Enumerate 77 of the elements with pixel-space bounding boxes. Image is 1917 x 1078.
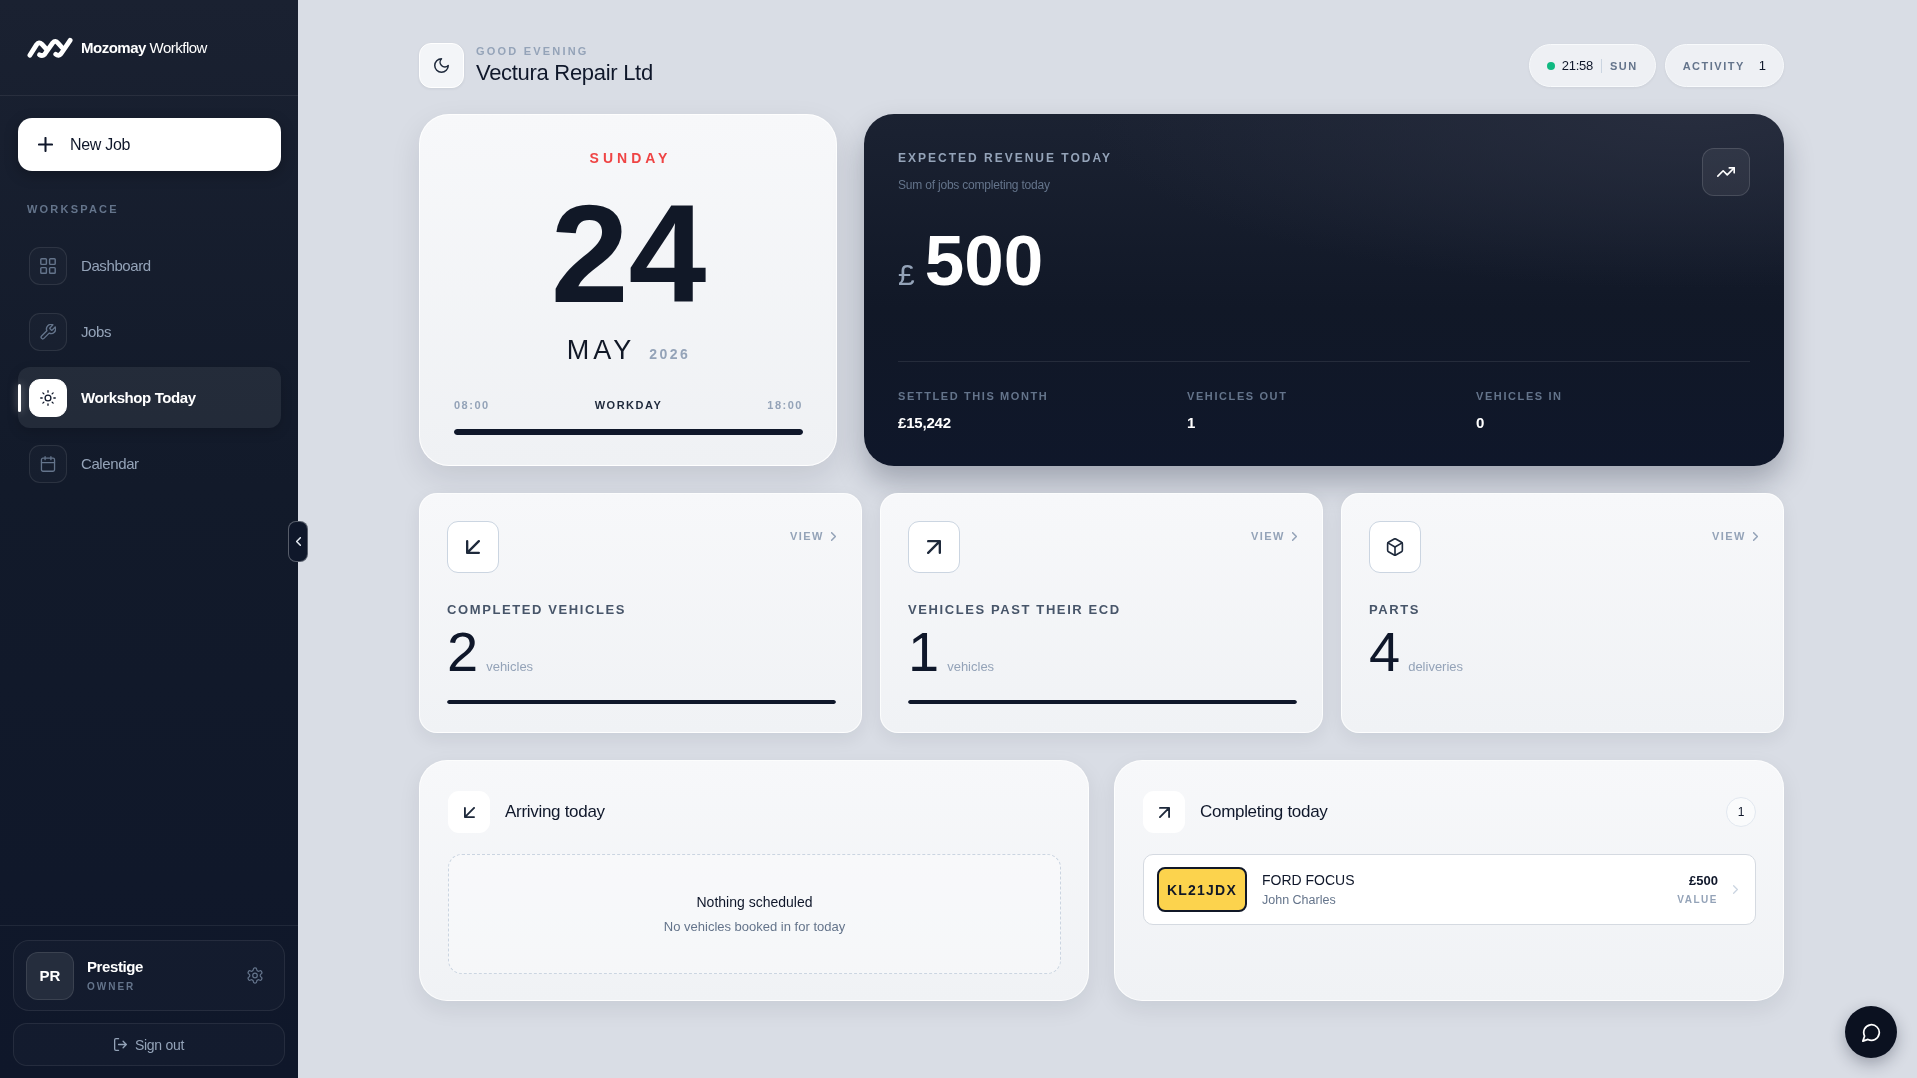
stat-label: VEHICLES OUT (1187, 390, 1288, 403)
sign-out-icon (114, 1038, 127, 1051)
clock-day: SUN (1609, 59, 1638, 72)
activity-button[interactable]: ACTIVITY 1 (1664, 44, 1784, 87)
wrench-icon (29, 312, 67, 351)
empty-title: Nothing scheduled (696, 894, 813, 910)
user-role: OWNER (87, 981, 136, 993)
plus-icon (38, 137, 53, 152)
chevron-right-icon (1753, 531, 1758, 541)
box-icon (1369, 521, 1421, 573)
trend-up-icon (1702, 148, 1750, 196)
arrow-down-left-icon (447, 521, 499, 573)
workday-end: 18:00 (767, 399, 803, 412)
moon-icon (419, 43, 464, 88)
card-value: 1 (908, 624, 940, 680)
card-label: PARTS (1369, 602, 1421, 617)
nav-item[interactable]: Jobs (18, 301, 281, 362)
collapse-sidebar-button[interactable] (288, 521, 308, 562)
card-subtitle: Sum of jobs completing today (898, 178, 1050, 192)
stat-value: £15,242 (898, 414, 951, 431)
nav-item[interactable]: Workshop Today (18, 367, 281, 428)
new-job-button[interactable]: New Job (18, 118, 281, 171)
stat-value: 0 (1476, 414, 1485, 431)
activity-count: 1 (1758, 58, 1766, 73)
arrow-down-left-icon (448, 791, 490, 833)
user-name: Prestige (87, 958, 143, 975)
logo-icon (27, 35, 73, 60)
settings-icon[interactable] (247, 967, 263, 984)
greeting: GOOD EVENING (476, 45, 589, 58)
panel-title: Arriving today (505, 802, 605, 822)
vehicle-name: FORD FOCUS (1262, 871, 1355, 888)
year: 2026 (649, 346, 691, 362)
arrow-up-right-icon (1143, 791, 1185, 833)
card-unit: vehicles (486, 659, 534, 674)
workday-start: 08:00 (454, 399, 490, 412)
revenue-amount: 500 (924, 225, 1044, 297)
customer-name: John Charles (1262, 892, 1336, 908)
day-number: 24 (550, 182, 707, 326)
brand-name: Mozomay Workflow (81, 39, 207, 56)
currency-symbol: £ (898, 260, 915, 290)
chat-icon (1861, 1022, 1881, 1042)
sun-icon (29, 378, 67, 417)
section-label: WORKSPACE (27, 203, 119, 216)
chevron-right-icon (831, 531, 836, 541)
nav-item[interactable]: Calendar (18, 433, 281, 494)
card-value: 4 (1369, 624, 1401, 680)
empty-message: No vehicles booked in for today (663, 919, 846, 934)
job-row[interactable]: KL21JDX FORD FOCUS John Charles £500 VALUE (1143, 854, 1756, 925)
card-title: EXPECTED REVENUE TODAY (898, 151, 1113, 165)
chevron-right-icon (1733, 885, 1738, 894)
sign-out-button[interactable]: Sign out (13, 1023, 285, 1066)
value-label: VALUE (1677, 894, 1718, 906)
grid-icon (29, 246, 67, 285)
chat-button[interactable] (1845, 1006, 1897, 1058)
arrow-up-right-icon (908, 521, 960, 573)
stat-label: SETTLED THIS MONTH (898, 390, 1049, 403)
stat-value: 1 (1187, 414, 1196, 431)
month: MAY (566, 336, 636, 364)
card-value: 2 (447, 624, 479, 680)
stat-label: VEHICLES IN (1476, 390, 1563, 403)
calendar-icon (29, 444, 67, 483)
card-unit: deliveries (1408, 659, 1464, 674)
clock-time: 21:58 (1561, 58, 1593, 73)
card-label: VEHICLES PAST THEIR ECD (908, 602, 1121, 617)
workday-label: WORKDAY (594, 399, 663, 412)
chevron-left-icon (295, 537, 301, 546)
card-unit: vehicles (947, 659, 995, 674)
job-count-badge: 1 (1726, 797, 1756, 827)
job-value: £500 (1689, 873, 1718, 888)
license-plate: KL21JDX (1157, 867, 1247, 912)
company-name: Vectura Repair Ltd (476, 60, 653, 86)
user-avatar: PR (26, 951, 74, 1000)
weekday: SUNDAY (589, 150, 672, 166)
card-label: COMPLETED VEHICLES (447, 602, 627, 617)
nav-item[interactable]: Dashboard (18, 235, 281, 296)
panel-title: Completing today (1200, 802, 1328, 822)
chevron-right-icon (1292, 531, 1297, 541)
